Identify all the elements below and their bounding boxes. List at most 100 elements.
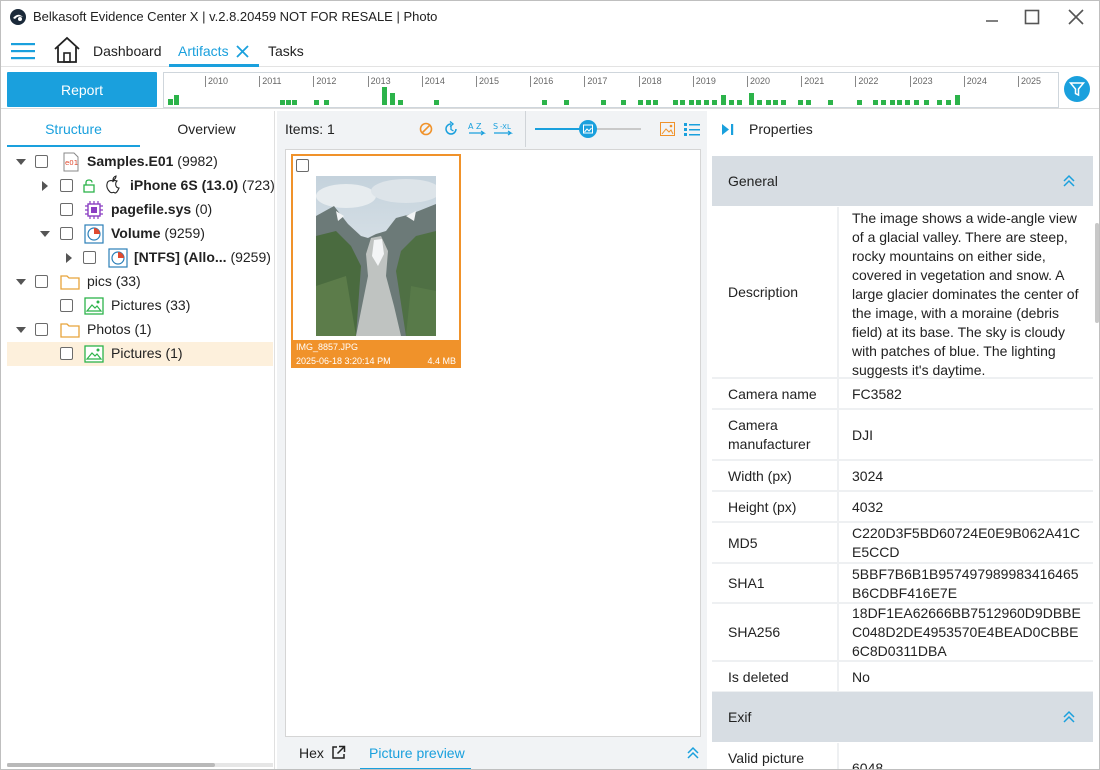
tree-count: (9259)	[164, 225, 205, 241]
timeline-bar	[621, 100, 626, 105]
timeline-year-label: 2016	[530, 76, 553, 87]
tree-item-pics[interactable]: pics (33)	[7, 270, 273, 294]
tab-dashboard[interactable]: Dashboard	[93, 33, 162, 67]
tree-checkbox[interactable]	[60, 179, 73, 192]
timeline-bar	[390, 93, 395, 105]
timeline-bar	[382, 87, 387, 105]
refresh-icon[interactable]	[443, 121, 459, 137]
tree-checkbox[interactable]	[35, 323, 48, 336]
collapse-panel-icon[interactable]	[721, 123, 734, 136]
timeline-histogram[interactable]: 2010 2011 2012 2013 2014 2015 2016 2017 2018 2019…	[163, 72, 1059, 108]
tree-checkbox[interactable]	[60, 227, 73, 240]
tree-item-samples-e01[interactable]: e01 Samples.E01 (9982)	[7, 150, 273, 174]
collapse-arrow-icon[interactable]	[16, 277, 26, 287]
apple-device-icon	[106, 175, 120, 194]
prop-row-sha256: SHA256 18DF1EA62666BB7512960D9DBBEC048D2…	[712, 604, 1093, 662]
timeline-year-label: 2018	[638, 76, 662, 87]
tree-checkbox[interactable]	[60, 299, 73, 312]
glacier-photo	[316, 176, 436, 336]
tab-structure[interactable]: Structure	[7, 111, 140, 147]
prop-row-sha1: SHA1 5BBF7B6B1B957497989983416465B6CDBF4…	[712, 564, 1093, 604]
expand-arrow-icon[interactable]	[64, 253, 74, 263]
timeline-bar	[721, 95, 726, 105]
scrollbar-thumb[interactable]	[1095, 223, 1099, 323]
prop-row-height: Height (px) 4032	[712, 492, 1093, 523]
tree-item-pagefile[interactable]: pagefile.sys (0)	[7, 198, 273, 222]
sort-size-icon[interactable]: S -XL	[493, 121, 513, 137]
sort-az-icon[interactable]: A Z	[468, 121, 486, 137]
tree-label: iPhone 6S (13.0)	[130, 177, 239, 193]
tree-item-iphone[interactable]: iPhone 6S (13.0) (723)	[7, 174, 275, 198]
tree-count: (723)	[242, 177, 275, 193]
tree-checkbox[interactable]	[60, 347, 73, 360]
filter-button[interactable]	[1064, 76, 1090, 102]
minimize-icon	[986, 20, 998, 22]
prop-value: 3024	[852, 468, 884, 484]
zoom-slider[interactable]	[535, 120, 641, 138]
timeline-bar	[292, 100, 297, 105]
tree-count: (9259)	[230, 249, 271, 265]
tab-tasks[interactable]: Tasks	[268, 33, 304, 67]
timeline-bar	[398, 100, 403, 105]
folder-icon	[60, 275, 80, 290]
tab-overview[interactable]: Overview	[140, 111, 273, 147]
tab-picture-preview[interactable]: Picture preview	[360, 739, 471, 769]
tab-hex[interactable]: Hex	[293, 739, 353, 769]
horizontal-scrollbar[interactable]	[7, 763, 273, 767]
collapse-arrow-icon[interactable]	[40, 229, 50, 239]
collapse-up-icon[interactable]	[1062, 710, 1076, 724]
section-exif[interactable]: Exif	[712, 692, 1093, 742]
report-button[interactable]: Report	[7, 72, 157, 107]
expand-up-icon[interactable]	[686, 746, 700, 760]
timeline-year-label: 2022	[855, 76, 878, 87]
vertical-scrollbar[interactable]	[1093, 151, 1099, 769]
maximize-icon	[1024, 9, 1040, 25]
tree-item-photos[interactable]: Photos (1)	[7, 318, 273, 342]
tab-artifacts[interactable]: Artifacts	[169, 33, 259, 67]
close-tab-icon[interactable]	[236, 45, 249, 58]
hamburger-menu-icon[interactable]	[11, 42, 35, 60]
collapse-up-icon[interactable]	[1062, 174, 1076, 188]
timeline-bar	[937, 100, 942, 105]
timeline-bar	[601, 100, 606, 105]
thumbnail-view-icon[interactable]	[660, 122, 675, 136]
timeline-year-label: 2013	[367, 76, 391, 87]
timeline-bar	[174, 95, 179, 105]
tree-item-volume[interactable]: Volume (9259)	[7, 222, 273, 246]
tree-item-pictures-1[interactable]: Pictures (1)	[7, 342, 273, 366]
timeline-bar	[434, 100, 439, 105]
tree-checkbox[interactable]	[83, 251, 96, 264]
thumbnail-datetime: 2025-06-18 3:20:14 PM	[296, 356, 391, 366]
thumbnail-item[interactable]: IMG_8857.JPG 2025-06-18 3:20:14 PM 4.4 M…	[291, 154, 461, 368]
tree-item-ntfs[interactable]: [NTFS] (Allo... (9259)	[7, 246, 273, 270]
section-general[interactable]: General	[712, 156, 1093, 206]
close-window-button[interactable]	[1053, 1, 1099, 33]
prop-value: C220D3F5BD60724E0E9B062A41CE5CCD	[852, 525, 1081, 560]
expand-arrow-icon[interactable]	[40, 181, 50, 191]
tree-checkbox[interactable]	[35, 155, 48, 168]
tree-item-pictures-33[interactable]: Pictures (33)	[7, 294, 273, 318]
tree-checkbox[interactable]	[60, 203, 73, 216]
scrollbar-thumb[interactable]	[7, 763, 215, 767]
list-view-icon[interactable]	[684, 122, 700, 136]
prop-key: Valid picture	[728, 750, 805, 766]
collapse-arrow-icon[interactable]	[16, 157, 26, 167]
collapse-arrow-icon[interactable]	[16, 325, 26, 335]
timeline-bar	[314, 100, 319, 105]
timeline-year-label: 2010	[205, 76, 228, 87]
items-panel: Items: 1 A Z S -XL IMG_8857.JPG 2025-06-…	[277, 111, 707, 769]
maximize-button[interactable]	[1009, 1, 1055, 33]
timeline-bar	[564, 100, 569, 105]
svg-text:Z: Z	[476, 122, 482, 131]
clear-filter-icon[interactable]	[419, 122, 433, 136]
timeline-bar	[766, 100, 771, 105]
timeline-bar	[890, 100, 895, 105]
home-icon[interactable]	[53, 36, 81, 64]
thumbnail-checkbox[interactable]	[296, 159, 309, 172]
tab-hex-label: Hex	[299, 745, 324, 761]
prop-value: 6048	[852, 760, 884, 770]
timeline-bar	[680, 100, 685, 105]
tree-checkbox[interactable]	[35, 275, 48, 288]
zoom-slider-handle[interactable]	[579, 120, 597, 138]
open-external-icon[interactable]	[331, 745, 346, 760]
